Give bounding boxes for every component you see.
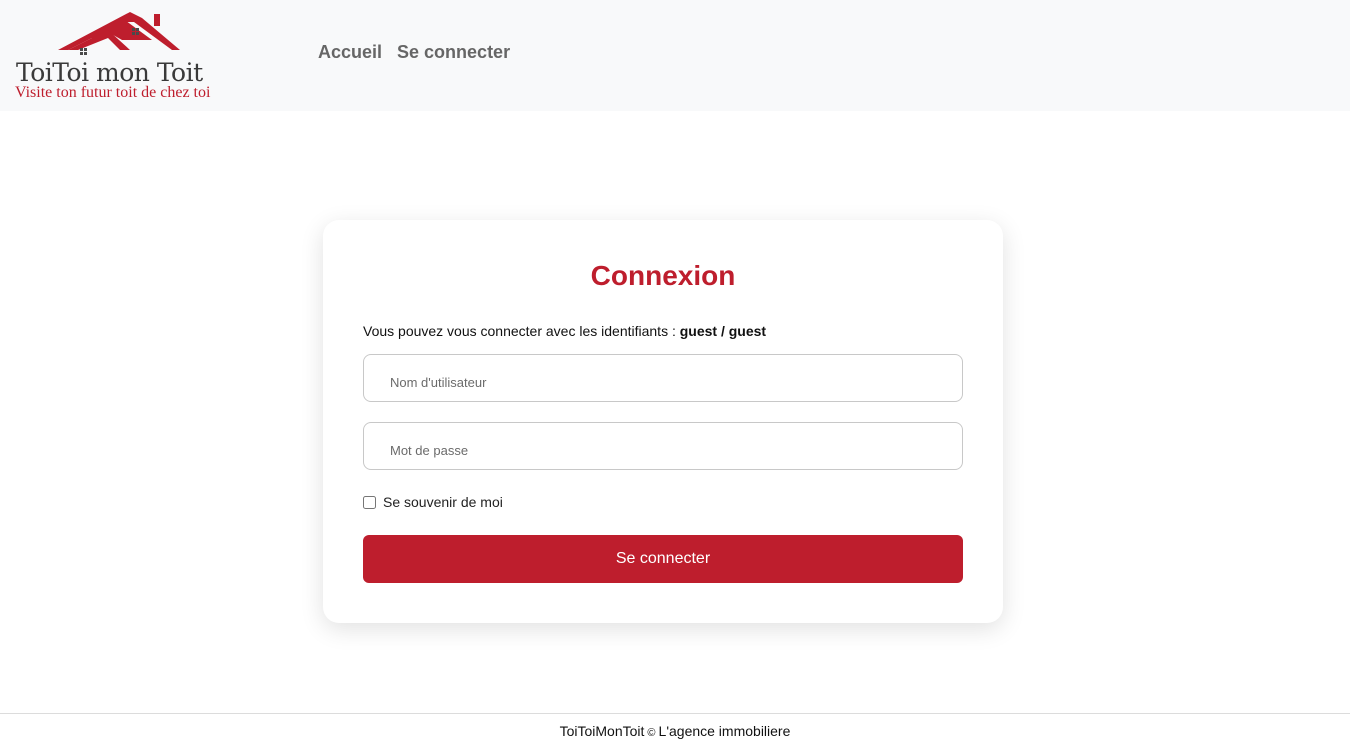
password-input[interactable]: [364, 423, 962, 469]
header: ToiToi mon Toit Visite ton futur toit de…: [0, 0, 1350, 111]
username-input[interactable]: [364, 355, 962, 401]
credentials-hint: Vous pouvez vous connecter avec les iden…: [363, 323, 766, 339]
remember-me-checkbox[interactable]: [363, 495, 376, 509]
login-card: Connexion Vous pouvez vous connecter ave…: [323, 220, 1003, 623]
footer-tagline: L'agence immobiliere: [658, 723, 791, 739]
remember-me[interactable]: Se souvenir de moi: [363, 494, 503, 510]
logo-name: ToiToi mon Toit: [16, 58, 203, 87]
footer-text: ToiToiMonToit © L'agence immobiliere: [0, 723, 1350, 739]
nav-home-link[interactable]: Accueil: [318, 42, 382, 63]
login-title: Connexion: [590, 260, 736, 291]
footer: ToiToiMonToit © L'agence immobiliere: [0, 713, 1350, 744]
login-submit-button[interactable]: Se connecter: [363, 535, 963, 583]
credentials-hint-text: Vous pouvez vous connecter avec les iden…: [363, 323, 676, 339]
remember-me-label: Se souvenir de moi: [383, 494, 503, 510]
site-logo[interactable]: ToiToi mon Toit Visite ton futur toit de…: [12, 8, 222, 104]
nav-login-link[interactable]: Se connecter: [397, 42, 510, 63]
logo-tagline: Visite ton futur toit de chez toi: [15, 84, 211, 101]
username-field: [363, 354, 963, 402]
copyright-icon: ©: [647, 727, 656, 739]
footer-company: ToiToiMonToit: [559, 723, 645, 739]
password-field: [363, 422, 963, 470]
main-nav: Accueil Se connecter: [318, 42, 510, 63]
credentials-value: guest / guest: [679, 323, 767, 339]
